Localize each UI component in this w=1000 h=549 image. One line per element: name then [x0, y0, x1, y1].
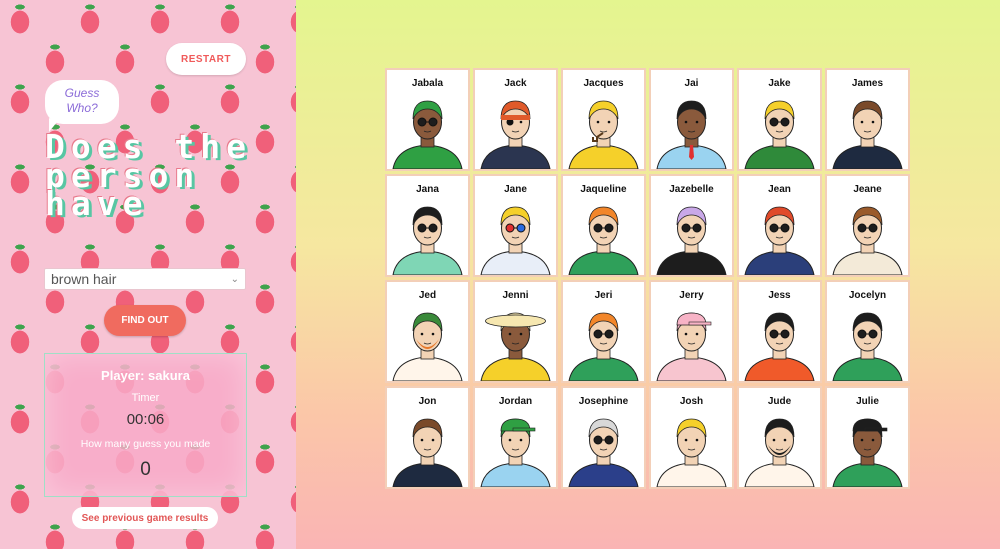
guess-who-bubble: Guess Who? [45, 80, 119, 132]
portrait-jai [656, 100, 727, 169]
character-card-josh[interactable]: Josh [649, 386, 734, 489]
character-card-jerry[interactable]: Jerry [649, 280, 734, 383]
timer-label: Timer [131, 392, 160, 404]
character-card-jean[interactable]: Jean [737, 174, 822, 277]
bubble-line-2: Who? [66, 101, 98, 115]
character-card-jake[interactable]: Jake [737, 68, 822, 171]
portrait-josh [656, 418, 727, 487]
portrait-jean [744, 206, 815, 275]
portrait-jabala [392, 100, 463, 169]
chevron-down-icon: ⌄ [230, 273, 239, 285]
character-card-jazebelle[interactable]: Jazebelle [649, 174, 734, 277]
portrait-jordan [480, 418, 551, 487]
character-card-jocelyn[interactable]: Jocelyn [825, 280, 910, 383]
previous-results-button[interactable]: See previous game results [72, 507, 218, 529]
portrait-jess [744, 312, 815, 381]
portrait-jocelyn [832, 312, 903, 381]
character-card-jude[interactable]: Jude [737, 386, 822, 489]
portrait-jacques [568, 100, 639, 169]
portrait-jaqueline [568, 206, 639, 275]
restart-button[interactable]: RESTART [166, 43, 246, 75]
character-board: Jabala Jack Jacques Jai Jake James Jana Jane Jaq… [385, 68, 910, 490]
character-card-jana[interactable]: Jana [385, 174, 470, 277]
portrait-jana [392, 206, 463, 275]
portrait-james [832, 100, 903, 169]
find-out-button[interactable]: FIND OUT [104, 305, 186, 336]
character-card-jane[interactable]: Jane [473, 174, 558, 277]
character-card-jaqueline[interactable]: Jaqueline [561, 174, 646, 277]
character-card-jed[interactable]: Jed [385, 280, 470, 383]
trait-select[interactable]: brown hair ⌄ [44, 268, 246, 290]
portrait-josephine [568, 418, 639, 487]
portrait-jeri [568, 312, 639, 381]
bubble-line-1: Guess [64, 86, 100, 100]
question-heading: Does the person have [45, 127, 252, 223]
guesses-label: How many guess you made [80, 438, 211, 450]
character-card-josephine[interactable]: Josephine [561, 386, 646, 489]
portrait-jack [480, 100, 551, 169]
character-card-jabala[interactable]: Jabala [385, 68, 470, 171]
portrait-julie [832, 418, 903, 487]
guesses-count: 0 [140, 459, 151, 480]
character-card-jai[interactable]: Jai [649, 68, 734, 171]
character-card-jacques[interactable]: Jacques [561, 68, 646, 171]
portrait-jake [744, 100, 815, 169]
character-card-jordan[interactable]: Jordan [473, 386, 558, 489]
portrait-jerry [656, 312, 727, 381]
trait-select-value: brown hair [51, 271, 117, 287]
character-card-jon[interactable]: Jon [385, 386, 470, 489]
timer-value: 00:06 [126, 411, 165, 428]
portrait-jeane [832, 206, 903, 275]
portrait-jazebelle [656, 206, 727, 275]
character-card-julie[interactable]: Julie [825, 386, 910, 489]
portrait-jed [392, 312, 463, 381]
character-card-jack[interactable]: Jack [473, 68, 558, 171]
portrait-jenni [480, 312, 551, 381]
character-card-jess[interactable]: Jess [737, 280, 822, 383]
portrait-jane [480, 206, 551, 275]
game-stats-panel: Player: sakura Timer 00:06 How many gues… [44, 353, 247, 497]
portrait-jude [744, 418, 815, 487]
character-card-jenni[interactable]: Jenni [473, 280, 558, 383]
player-name: Player: sakura [101, 368, 190, 383]
character-card-jeri[interactable]: Jeri [561, 280, 646, 383]
character-card-james[interactable]: James [825, 68, 910, 171]
sidebar: RESTART Guess Who? Does the person have … [0, 0, 296, 549]
portrait-jon [392, 418, 463, 487]
character-card-jeane[interactable]: Jeane [825, 174, 910, 277]
